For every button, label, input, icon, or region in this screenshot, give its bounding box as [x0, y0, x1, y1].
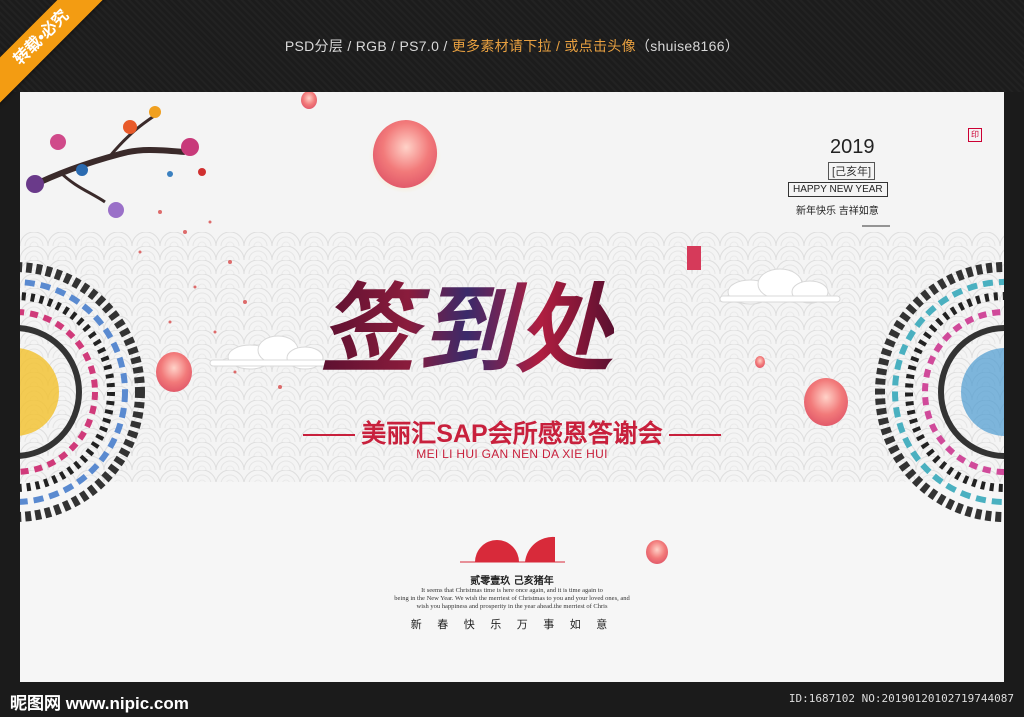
event-pinyin: MEI LI HUI GAN NEN DA XIE HUI [416, 447, 608, 461]
small-chinese-caption: 贰零壹玖 己亥猪年 [470, 576, 554, 587]
lantern-tiny [755, 356, 765, 368]
lantern-bottom [646, 540, 668, 564]
small-english-caption: It seems that Christmas time is here onc… [20, 587, 1004, 611]
english-line: It seems that Christmas time is here onc… [421, 587, 603, 594]
file-info-line: PSD分层 / RGB / PS7.0 / 更多素材请下拉 / 或点击头像（sh… [0, 36, 1024, 56]
left-dash [303, 434, 356, 437]
blessing-line: 新 春 快 乐 万 事 如 意 [410, 618, 614, 631]
lantern-left [156, 352, 192, 392]
more-materials-link[interactable]: 更多素材请下拉 / 或点击头像 [452, 38, 636, 54]
event-name: 美丽汇SAP会所感恩答谢会 [361, 420, 663, 448]
plum-branch-art [26, 106, 206, 218]
author-handle[interactable]: （shuise8166） [636, 38, 739, 54]
lantern-small-top [301, 92, 317, 109]
seal-icon: 印 [968, 128, 982, 142]
document-id: ID:1687102 NO:20190120102719744087 [788, 692, 1014, 705]
new-year-wish: 新年快乐 吉祥如意 [796, 206, 879, 217]
file-info-prefix: PSD分层 / RGB / PS7.0 / [284, 38, 452, 54]
zodiac-label: [己亥年] [828, 162, 876, 180]
poster-canvas: 印 2019 [己亥年] HAPPY NEW YEAR 新年快乐 吉祥如意 签到… [20, 92, 1004, 682]
red-stamp-icon [687, 246, 701, 270]
top-info-bar: PSD分层 / RGB / PS7.0 / 更多素材请下拉 / 或点击头像（sh… [0, 0, 1024, 92]
poster-title: 签到处 [320, 252, 614, 391]
right-dash [668, 434, 721, 437]
english-line: being in the New Year. We wish the merri… [394, 595, 630, 602]
year-label: 2019 [830, 136, 875, 158]
footer-bar: 昵图网 www.nipic.com ID:1687102 NO:20190120… [0, 682, 1024, 717]
english-line: wish you happiness and prosperity in the… [416, 603, 608, 610]
lantern-top [369, 120, 441, 193]
happy-new-year-label: HAPPY NEW YEAR [788, 182, 888, 197]
site-logo[interactable]: 昵图网 www.nipic.com [10, 689, 189, 714]
event-subtitle: 美丽汇SAP会所感恩答谢会 [20, 414, 1004, 450]
